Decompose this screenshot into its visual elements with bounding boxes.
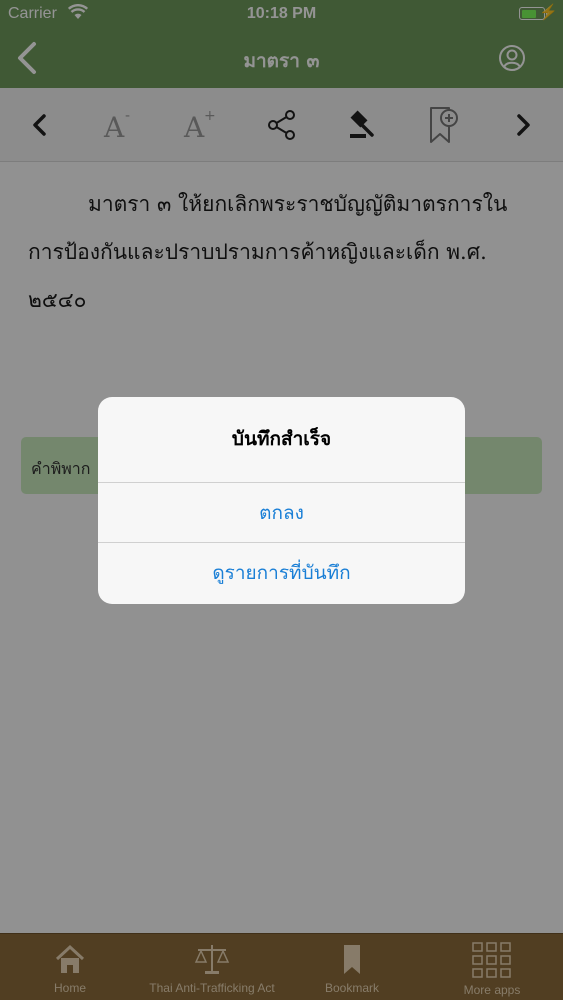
view-saved-button[interactable]: ดูรายการที่บันทึก	[98, 543, 465, 603]
ok-button[interactable]: ตกลง	[98, 483, 465, 543]
save-success-alert: บันทึกสำเร็จ ตกลง ดูรายการที่บันทึก	[98, 397, 465, 604]
alert-title: บันทึกสำเร็จ	[98, 397, 465, 483]
